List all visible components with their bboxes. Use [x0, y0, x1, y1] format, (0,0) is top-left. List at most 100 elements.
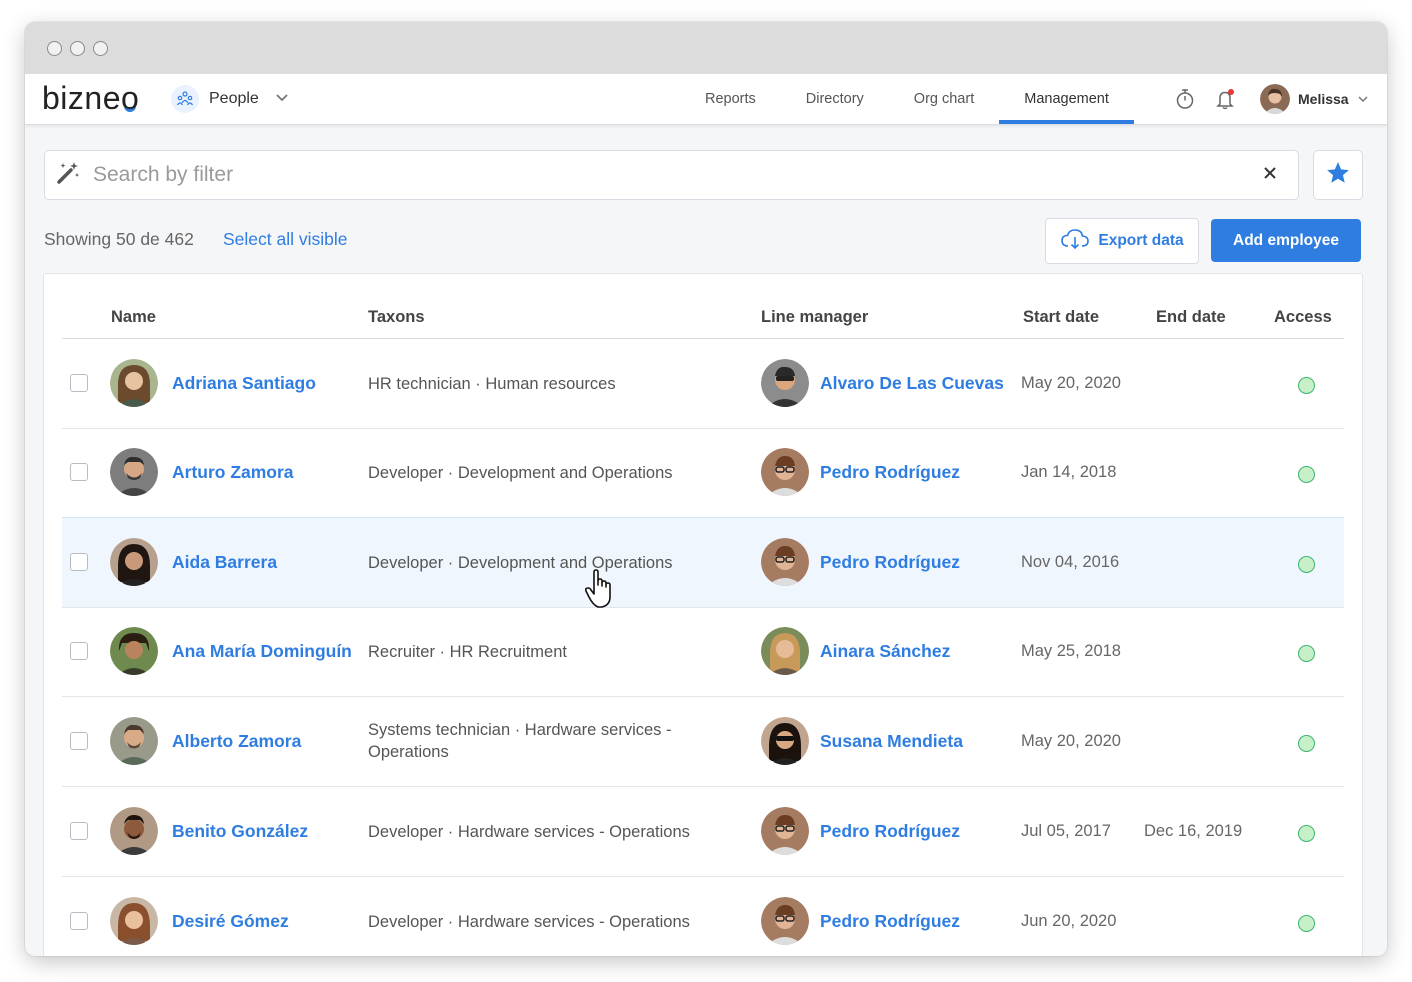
export-data-label: Export data	[1098, 232, 1184, 249]
manager-avatar	[761, 717, 809, 765]
chevron-down-icon	[1357, 90, 1369, 108]
employee-avatar	[110, 538, 158, 586]
cloud-download-icon	[1060, 228, 1090, 255]
end-date: Dec 16, 2019	[1144, 822, 1243, 840]
manager-name-link[interactable]: Pedro Rodríguez	[820, 911, 960, 932]
manager-avatar	[761, 897, 809, 945]
table-row[interactable]: Alberto Zamora Systems technician · Hard…	[62, 697, 1344, 787]
main-content: Showing 50 de 462 Select all visible Exp…	[25, 124, 1387, 956]
hand-pointer-cursor-icon	[585, 569, 611, 608]
select-all-visible-link[interactable]: Select all visible	[223, 229, 348, 250]
add-employee-button[interactable]: Add employee	[1211, 219, 1361, 262]
manager-name-link[interactable]: Susana Mendieta	[820, 731, 963, 752]
employee-avatar	[110, 448, 158, 496]
row-checkbox[interactable]	[70, 912, 88, 930]
manager-name-link[interactable]: Ainara Sánchez	[820, 641, 950, 662]
manager-name-link[interactable]: Pedro Rodríguez	[820, 552, 960, 573]
main-nav: Reports Directory Org chart Management	[680, 74, 1134, 124]
close-window-button[interactable]	[47, 41, 62, 56]
access-status-dot	[1298, 466, 1315, 483]
results-count: Showing 50 de 462	[44, 229, 194, 249]
start-date: May 25, 2018	[1021, 642, 1121, 660]
app-logo[interactable]: bizneo	[42, 80, 139, 117]
access-status-dot	[1298, 556, 1315, 573]
manager-avatar	[761, 538, 809, 586]
row-checkbox[interactable]	[70, 822, 88, 840]
manager-name-link[interactable]: Pedro Rodríguez	[820, 462, 960, 483]
employee-avatar	[110, 717, 158, 765]
row-checkbox[interactable]	[70, 732, 88, 750]
employees-table: Name Taxons Line manager Start date End …	[43, 273, 1363, 956]
employee-name-link[interactable]: Arturo Zamora	[172, 462, 294, 483]
column-header-line-manager[interactable]: Line manager	[761, 308, 868, 327]
column-header-start-date[interactable]: Start date	[1023, 308, 1099, 327]
window-controls	[47, 41, 108, 56]
employee-name-link[interactable]: Adriana Santiago	[172, 373, 316, 394]
access-status-dot	[1298, 915, 1315, 932]
row-checkbox[interactable]	[70, 374, 88, 392]
column-header-end-date[interactable]: End date	[1156, 308, 1226, 327]
employee-name-link[interactable]: Ana María Dominguín	[172, 641, 352, 662]
employee-name-link[interactable]: Desiré Gómez	[172, 911, 289, 932]
start-date: Nov 04, 2016	[1021, 553, 1120, 571]
employee-name-link[interactable]: Benito González	[172, 821, 308, 842]
employee-name-link[interactable]: Aida Barrera	[172, 552, 277, 573]
manager-name-link[interactable]: Pedro Rodríguez	[820, 821, 960, 842]
employee-taxons: Recruiter · HR Recruitment	[368, 643, 567, 661]
chevron-down-icon	[275, 90, 289, 108]
employee-taxons: Developer · Development and Operations	[368, 464, 673, 482]
row-checkbox[interactable]	[70, 642, 88, 660]
table-row[interactable]: Benito González Developer · Hardware ser…	[62, 787, 1344, 877]
user-menu[interactable]: Melissa	[1260, 84, 1369, 114]
export-data-button[interactable]: Export data	[1045, 218, 1199, 264]
access-status-dot	[1298, 377, 1315, 394]
tab-directory[interactable]: Directory	[781, 74, 889, 124]
start-date: Jun 20, 2020	[1021, 912, 1117, 930]
favorites-button[interactable]	[1313, 150, 1363, 200]
row-checkbox[interactable]	[70, 463, 88, 481]
table-row[interactable]: Adriana Santiago HR technician · Human r…	[62, 339, 1344, 429]
column-header-access[interactable]: Access	[1274, 308, 1332, 327]
tab-org-chart[interactable]: Org chart	[889, 74, 999, 124]
module-label: People	[209, 90, 259, 107]
search-bar	[44, 150, 1299, 200]
tab-management[interactable]: Management	[999, 74, 1134, 124]
employee-avatar	[110, 627, 158, 675]
search-input[interactable]	[91, 162, 1195, 188]
stopwatch-icon[interactable]	[1175, 88, 1195, 115]
close-icon[interactable]	[1262, 165, 1278, 186]
manager-avatar	[761, 359, 809, 407]
user-name: Melissa	[1298, 91, 1349, 107]
manager-name-link[interactable]: Alvaro De Las Cuevas	[820, 373, 1004, 394]
employee-taxons: Developer · Hardware services - Operatio…	[368, 913, 690, 931]
access-status-dot	[1298, 735, 1315, 752]
access-status-dot	[1298, 825, 1315, 842]
start-date: May 20, 2020	[1021, 374, 1121, 392]
column-header-taxons[interactable]: Taxons	[368, 308, 425, 327]
notification-bell-icon[interactable]	[1215, 88, 1237, 115]
table-row[interactable]: Aida Barrera Developer · Development and…	[62, 517, 1344, 608]
magic-wand-icon	[55, 160, 81, 191]
employee-name-link[interactable]: Alberto Zamora	[172, 731, 301, 752]
zoom-window-button[interactable]	[93, 41, 108, 56]
title-bar	[25, 22, 1387, 74]
table-row[interactable]: Ana María Dominguín Recruiter · HR Recru…	[62, 607, 1344, 697]
row-checkbox[interactable]	[70, 553, 88, 571]
module-switcher[interactable]: People	[171, 85, 289, 113]
column-header-name[interactable]: Name	[111, 308, 156, 327]
tab-reports[interactable]: Reports	[680, 74, 781, 124]
people-icon	[171, 85, 199, 113]
employee-taxons: Systems technician · Hardware services -…	[368, 721, 672, 761]
start-date: Jan 14, 2018	[1021, 463, 1117, 481]
minimize-window-button[interactable]	[70, 41, 85, 56]
manager-avatar	[761, 448, 809, 496]
user-avatar	[1260, 84, 1290, 114]
table-row[interactable]: Arturo Zamora Developer · Development an…	[62, 428, 1344, 518]
manager-avatar	[761, 627, 809, 675]
employee-taxons: HR technician · Human resources	[368, 375, 616, 393]
start-date: Jul 05, 2017	[1021, 822, 1111, 840]
top-navbar: bizneo People Reports Directory Org char…	[25, 74, 1387, 125]
access-status-dot	[1298, 645, 1315, 662]
table-row[interactable]: Desiré Gómez Developer · Hardware servic…	[62, 877, 1344, 956]
browser-window: bizneo People Reports Directory Org char…	[25, 22, 1387, 956]
